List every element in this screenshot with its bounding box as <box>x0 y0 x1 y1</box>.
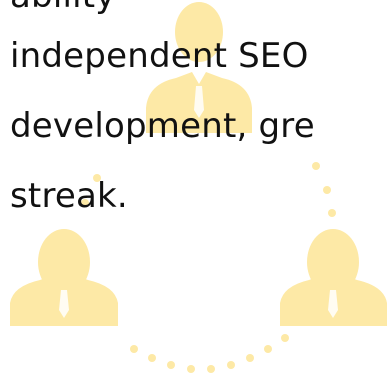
content-area: ability independent SEO development, gre… <box>0 0 389 379</box>
text-line: development, gre <box>10 106 315 146</box>
text-line: independent SEO <box>10 36 309 76</box>
text-line: streak. <box>10 176 128 216</box>
text-line: ability <box>10 0 116 22</box>
